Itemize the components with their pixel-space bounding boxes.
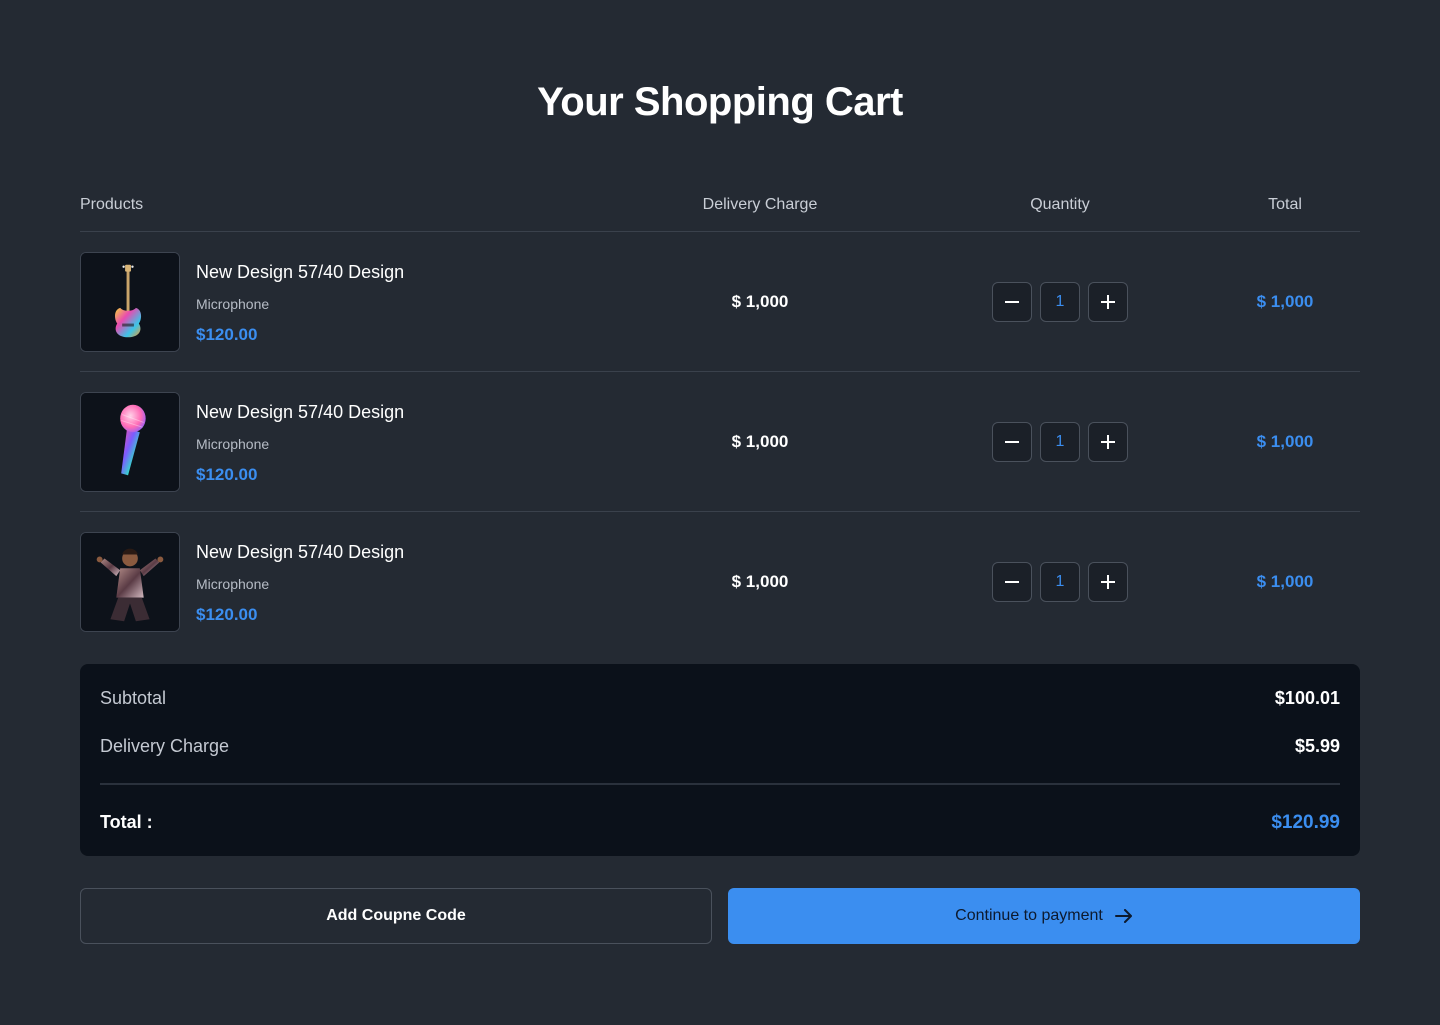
quantity-value[interactable]: 1 — [1040, 422, 1080, 462]
product-category: Microphone — [196, 296, 270, 312]
increase-quantity-button[interactable] — [1088, 422, 1128, 462]
total-value: $120.99 — [1271, 812, 1340, 833]
microphone-icon — [81, 393, 179, 491]
singer-icon — [81, 533, 179, 631]
header-products: Products — [80, 196, 144, 213]
delivery-value: $5.99 — [1294, 736, 1340, 756]
decrease-quantity-button[interactable] — [992, 282, 1032, 322]
minus-icon — [1005, 581, 1019, 583]
page-title: Your Shopping Cart — [537, 80, 903, 124]
product-image[interactable] — [80, 252, 180, 352]
decrease-quantity-button[interactable] — [992, 562, 1032, 602]
row-total: $ 1,000 — [1256, 432, 1314, 451]
cart-page: Your Shopping Cart Products Delivery Cha… — [0, 0, 1440, 1025]
continue-to-payment-button[interactable]: Continue to payment — [728, 888, 1360, 944]
increase-quantity-button[interactable] — [1088, 562, 1128, 602]
subtotal-row: Subtotal $100.01 — [100, 688, 1340, 716]
order-summary: Subtotal $100.01 Delivery Charge $5.99 T… — [80, 664, 1360, 856]
quantity-stepper: 1 — [992, 562, 1128, 602]
minus-icon — [1005, 301, 1019, 303]
delivery-charge: $ 1,000 — [731, 292, 789, 311]
minus-icon — [1005, 441, 1019, 443]
increase-quantity-button[interactable] — [1088, 282, 1128, 322]
product-price: $120.00 — [196, 465, 258, 484]
table-row: New Design 57/40 Design Microphone $120.… — [80, 232, 1360, 372]
header-quantity: Quantity — [1030, 196, 1090, 213]
product-image[interactable] — [80, 532, 180, 632]
quantity-stepper: 1 — [992, 422, 1128, 462]
arrow-right-icon — [1114, 909, 1132, 923]
total-row: Total : $120.99 — [100, 812, 1340, 840]
header-total: Total — [1268, 196, 1302, 213]
table-row: New Design 57/40 Design Microphone $120.… — [80, 372, 1360, 512]
product-name[interactable]: New Design 57/40 Design — [196, 402, 404, 423]
plus-icon — [1101, 575, 1115, 589]
product-price: $120.00 — [196, 605, 258, 624]
row-total: $ 1,000 — [1256, 572, 1314, 591]
quantity-stepper: 1 — [992, 282, 1128, 322]
delivery-charge: $ 1,000 — [731, 572, 789, 591]
add-coupon-label: Add Coupne Code — [326, 907, 466, 924]
cart-table: Products Delivery Charge Quantity Total — [80, 180, 1360, 652]
quantity-value[interactable]: 1 — [1040, 282, 1080, 322]
delivery-label: Delivery Charge — [100, 736, 230, 756]
summary-divider — [100, 783, 1340, 785]
product-category: Microphone — [196, 576, 270, 592]
product-category: Microphone — [196, 436, 270, 452]
subtotal-label: Subtotal — [100, 688, 167, 708]
plus-icon — [1101, 435, 1115, 449]
row-total: $ 1,000 — [1256, 292, 1314, 311]
table-header: Products Delivery Charge Quantity Total — [80, 180, 1360, 232]
product-price: $120.00 — [196, 325, 258, 344]
product-name[interactable]: New Design 57/40 Design — [196, 542, 404, 563]
subtotal-value: $100.01 — [1274, 688, 1340, 708]
table-row: New Design 57/40 Design Microphone $120.… — [80, 512, 1360, 652]
plus-icon — [1101, 295, 1115, 309]
decrease-quantity-button[interactable] — [992, 422, 1032, 462]
header-delivery: Delivery Charge — [702, 196, 818, 213]
product-name[interactable]: New Design 57/40 Design — [196, 262, 404, 283]
add-coupon-button[interactable]: Add Coupne Code — [80, 888, 712, 944]
continue-to-payment-label: Continue to payment — [955, 907, 1103, 924]
delivery-charge: $ 1,000 — [731, 432, 789, 451]
delivery-row: Delivery Charge $5.99 — [100, 736, 1340, 764]
total-label: Total : — [100, 812, 153, 832]
guitar-icon — [81, 253, 179, 351]
product-image[interactable] — [80, 392, 180, 492]
quantity-value[interactable]: 1 — [1040, 562, 1080, 602]
